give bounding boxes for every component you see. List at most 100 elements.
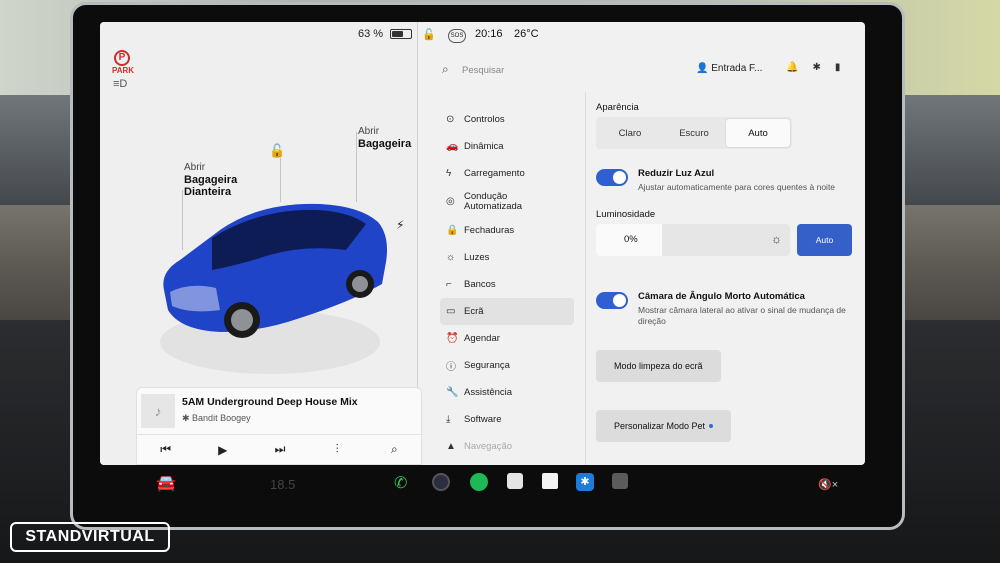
arcade-icon[interactable] bbox=[612, 473, 628, 489]
blue-light-title: Reduzir Luz Azul bbox=[638, 168, 715, 179]
dock-temperature[interactable]: 18.5 bbox=[270, 477, 295, 492]
safety-icon: ⓘ bbox=[446, 362, 456, 373]
lock-icon: 🔒 bbox=[446, 225, 459, 236]
settings-header: ⌕ 👤 Entrada F... 🔔✱▮ bbox=[418, 52, 865, 88]
toybox-icon[interactable] bbox=[507, 473, 523, 489]
brightness-slider[interactable]: 0% ☼ bbox=[596, 224, 790, 256]
play-icon[interactable]: ▶ bbox=[208, 443, 238, 457]
nav-item-software[interactable]: ⤓ Software bbox=[440, 406, 574, 433]
headlight-icon: ≡D bbox=[113, 78, 128, 90]
track-artist: ✱ Bandit Boogey bbox=[182, 413, 251, 423]
connectivity-icons: 🔔✱▮ bbox=[786, 62, 854, 73]
spotify-icon[interactable] bbox=[470, 473, 488, 491]
battery-fill bbox=[392, 31, 404, 38]
lte-signal-icon: ▮ bbox=[834, 62, 855, 73]
bluetooth-icon[interactable]: ✱ bbox=[812, 62, 834, 73]
seat-icon: ⌐ bbox=[446, 279, 452, 290]
media-search-icon[interactable]: ⌕ bbox=[379, 442, 409, 457]
bolt-icon: ϟ bbox=[446, 168, 452, 179]
brightness-label: Luminosidade bbox=[596, 209, 656, 220]
nav-item-autopilot[interactable]: ◎ Condução Automatizada bbox=[440, 187, 574, 217]
driver-profile-button[interactable]: 👤 Entrada F... bbox=[696, 63, 762, 74]
toggle-icon: ⊙ bbox=[446, 114, 455, 125]
blue-light-description: Ajustar automaticamente para cores quent… bbox=[638, 182, 836, 192]
nav-item-controls[interactable]: ⊙ Controlos bbox=[440, 106, 574, 133]
battery-icon bbox=[390, 29, 413, 40]
lock-status-icon[interactable]: 🔓 bbox=[422, 28, 436, 41]
sos-icon[interactable]: SOS bbox=[448, 29, 466, 43]
bell-icon[interactable]: 🔔 bbox=[786, 62, 812, 73]
unlock-icon[interactable]: 🔓 bbox=[269, 143, 285, 159]
appearance-auto-option[interactable]: Auto bbox=[726, 119, 790, 147]
track-title: 5AM Underground Deep House Mix bbox=[182, 396, 358, 408]
blind-spot-title: Câmara de Ângulo Morto Automática bbox=[638, 291, 805, 302]
brightness-auto-button[interactable]: Auto bbox=[797, 224, 852, 256]
bluetooth-small-icon: ✱ bbox=[182, 413, 193, 423]
screen-clean-mode-button[interactable]: Modo limpeza do ecrã bbox=[596, 350, 721, 382]
navigation-icon: ▲ bbox=[446, 441, 456, 452]
brightness-value: 0% bbox=[624, 234, 638, 245]
dock-bluetooth-icon[interactable]: ✱ bbox=[576, 473, 594, 491]
search-input[interactable] bbox=[462, 62, 642, 78]
battery-percent: 63 % bbox=[358, 28, 384, 40]
nav-item-service[interactable]: 🔧 Assistência bbox=[440, 379, 574, 406]
dock-car-icon[interactable]: 🚘 bbox=[156, 473, 176, 493]
standvirtual-watermark: STANDVIRTUAL bbox=[10, 522, 170, 552]
blue-light-setting: Reduzir Luz Azul Ajustar automaticamente… bbox=[596, 165, 861, 209]
appearance-selector: Claro Escuro Auto bbox=[596, 117, 792, 149]
outside-temperature: 26°C bbox=[514, 28, 539, 40]
appearance-light-option[interactable]: Claro bbox=[598, 119, 662, 147]
nav-item-schedule[interactable]: ⏰ Agendar bbox=[440, 325, 574, 352]
nav-item-dynamics[interactable]: 🚗 Dinâmica bbox=[440, 133, 574, 160]
battery-indicator: 63 % bbox=[358, 28, 413, 40]
car-status-panel: P PARK ≡D 63 % Abrir Bagageira Dianteira… bbox=[100, 22, 423, 465]
previous-track-icon[interactable]: ⏮ bbox=[151, 442, 181, 457]
steering-wheel-icon: ◎ bbox=[446, 196, 455, 207]
media-player: ♪ 5AM Underground Deep House Mix ✱ Bandi… bbox=[136, 387, 423, 465]
screen-icon: ▭ bbox=[446, 306, 456, 317]
nav-item-locks[interactable]: 🔒 Fechaduras bbox=[440, 217, 574, 244]
nav-item-charging[interactable]: ϟ Carregamento bbox=[440, 160, 574, 187]
settings-nav: ⊙ Controlos 🚗 Dinâmica ϟ Carregamento ◎ Cond… bbox=[440, 106, 574, 460]
nav-item-lights[interactable]: ☼ Luzes bbox=[440, 244, 574, 271]
camera-icon[interactable] bbox=[432, 473, 450, 491]
search-icon: ⌕ bbox=[442, 62, 449, 76]
blind-spot-toggle[interactable] bbox=[596, 292, 628, 309]
wrench-icon: 🔧 bbox=[446, 387, 459, 398]
car-3d-model bbox=[160, 203, 387, 374]
equalizer-icon[interactable]: ⫶ bbox=[322, 442, 352, 457]
blind-spot-description: Mostrar câmara lateral ao ativar o sinal… bbox=[638, 305, 846, 326]
park-brake-icon: P PARK bbox=[112, 50, 135, 75]
next-track-icon[interactable]: ⏭ bbox=[265, 442, 295, 457]
display-settings: Aparência Claro Escuro Auto Reduzir Luz … bbox=[596, 102, 861, 442]
media-controls: ⏮ ▶ ⏭ ⫶ ⌕ bbox=[137, 434, 423, 464]
appearance-dark-option[interactable]: Escuro bbox=[662, 119, 726, 147]
calendar-icon[interactable] bbox=[542, 473, 558, 489]
download-icon: ⤓ bbox=[446, 414, 451, 425]
brightness-sun-icon: ☼ bbox=[771, 232, 782, 246]
phone-icon[interactable]: ✆ bbox=[394, 473, 407, 493]
open-rear-trunk-button[interactable]: Abrir Bagageira bbox=[358, 126, 411, 150]
nav-item-safety[interactable]: ⓘ Segurança bbox=[440, 352, 574, 379]
brightness-row: 0% ☼ Auto bbox=[596, 224, 861, 258]
blue-light-toggle[interactable] bbox=[596, 169, 628, 186]
blind-spot-setting: Câmara de Ângulo Morto Automática Mostra… bbox=[596, 288, 861, 338]
nav-item-display[interactable]: ▭ Ecrã bbox=[440, 298, 574, 325]
user-icon: 👤 bbox=[696, 63, 712, 74]
nav-item-navigation[interactable]: ▲ Navegação bbox=[440, 433, 574, 460]
notification-dot bbox=[709, 424, 714, 428]
pet-mode-wrap: Personalizar Modo Pet bbox=[596, 410, 861, 442]
car-headlight bbox=[170, 285, 220, 312]
clock-icon: ⏰ bbox=[446, 333, 459, 344]
music-note-icon: ♪ bbox=[141, 394, 175, 428]
car-icon: 🚗 bbox=[446, 141, 459, 152]
nav-item-seats[interactable]: ⌐ Bancos bbox=[440, 271, 574, 298]
clean-mode-wrap: Modo limpeza do ecrã bbox=[596, 350, 861, 382]
clock: 20:16 bbox=[475, 28, 503, 40]
status-bar: 🔓 SOS 20:16 26°C bbox=[418, 22, 865, 48]
app-dock: 🚘 18.5 ✆ ✱ 🔇× bbox=[100, 465, 865, 513]
pet-mode-button[interactable]: Personalizar Modo Pet bbox=[596, 410, 732, 442]
appearance-label: Aparência bbox=[596, 102, 639, 113]
volume-mute-icon[interactable]: 🔇× bbox=[818, 478, 838, 491]
touchscreen: P PARK ≡D 63 % Abrir Bagageira Dianteira… bbox=[100, 22, 865, 465]
